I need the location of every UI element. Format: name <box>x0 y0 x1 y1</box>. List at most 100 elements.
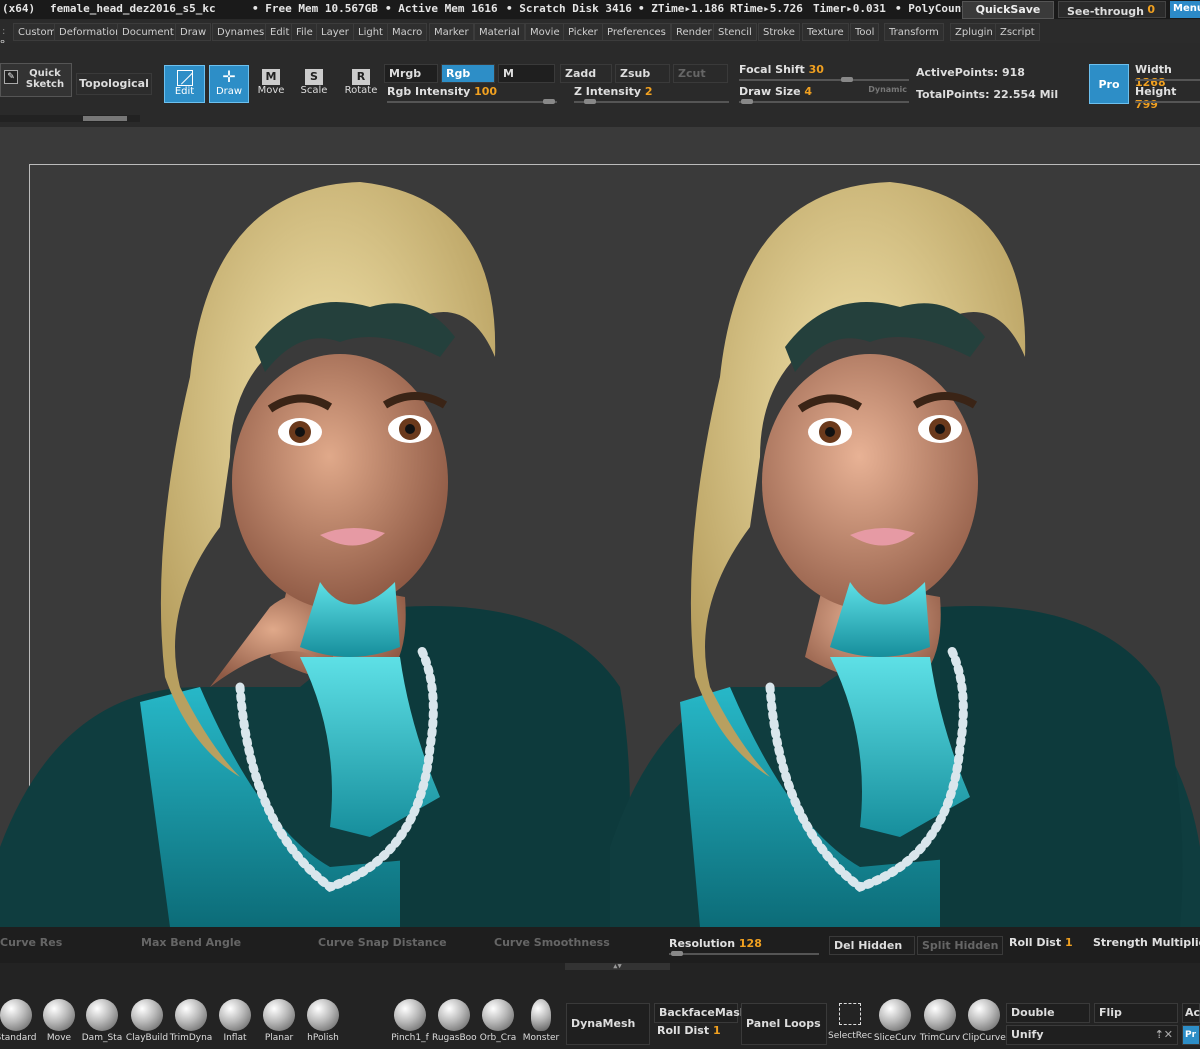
menu-light[interactable]: Light <box>353 23 388 41</box>
timer: Timer▸0.031 <box>813 2 886 15</box>
ac-button[interactable]: Ac <box>1182 1003 1200 1023</box>
menu-macro[interactable]: Macro <box>387 23 428 41</box>
flip-button[interactable]: Flip <box>1094 1003 1178 1023</box>
menu-edit[interactable]: Edit <box>265 23 295 41</box>
rgb-intensity-value: 100 <box>474 85 498 98</box>
draw-size-slider[interactable]: Draw Size 4 Dynamic <box>739 85 909 105</box>
panel-loops-button[interactable]: Panel Loops <box>741 1003 827 1045</box>
curve-snap-slider[interactable]: Curve Snap Distance <box>318 936 478 949</box>
quicksave-button[interactable]: QuickSave <box>962 1 1054 19</box>
trimcurve-tool[interactable]: TrimCurv <box>918 999 962 1043</box>
menu-texture[interactable]: Texture <box>802 23 849 41</box>
menus-button[interactable]: Menus <box>1170 1 1200 18</box>
monster-brush-icon <box>531 999 551 1031</box>
edit-button[interactable]: Edit <box>164 65 205 103</box>
rgb-button[interactable]: Rgb <box>441 64 495 83</box>
zsub-button[interactable]: Zsub <box>615 64 670 83</box>
see-through-slider[interactable]: See-through 0 <box>1058 1 1166 18</box>
shelf-roll-dist-slider[interactable]: Roll Dist 1 <box>657 1024 737 1037</box>
pinch-brush-icon <box>394 999 426 1031</box>
menu-material[interactable]: Material <box>474 23 525 41</box>
draw-button[interactable]: ✛ Draw <box>209 65 249 103</box>
menu-zscript[interactable]: Zscript <box>995 23 1040 41</box>
slicecurve-tool[interactable]: SliceCurv <box>873 999 917 1043</box>
resolution-slider[interactable]: Resolution 128 <box>669 937 819 957</box>
total-points: TotalPoints: 22.554 Mil <box>916 88 1058 101</box>
close-icon[interactable]: ⇡✕ <box>1155 1026 1173 1044</box>
menu-render[interactable]: Render <box>671 23 717 41</box>
menu-file[interactable]: File <box>291 23 318 41</box>
focal-shift-slider[interactable]: Focal Shift 30 <box>739 63 909 83</box>
split-hidden-button[interactable]: Split Hidden <box>917 936 1003 955</box>
brush-dam-standard[interactable]: Dam_Sta <box>80 999 124 1043</box>
menu-stencil[interactable]: Stencil <box>713 23 757 41</box>
dynamic-toggle[interactable]: Dynamic <box>868 85 907 94</box>
trimdynamic-brush-icon <box>175 999 207 1031</box>
quick-sketch-button[interactable]: ✎ Quick Sketch <box>0 63 72 97</box>
menu-preferences[interactable]: Preferences <box>602 23 671 41</box>
menu-tool[interactable]: Tool <box>850 23 880 41</box>
menu-document[interactable]: Document <box>117 23 179 41</box>
menu-transform[interactable]: Transform <box>884 23 944 41</box>
menu-layer[interactable]: Layer <box>316 23 354 41</box>
active-mem: • Active Mem 1616 <box>385 2 498 15</box>
rotate-button[interactable]: R Rotate <box>343 67 379 103</box>
clipcurve-icon <box>968 999 1000 1031</box>
character-right <box>610 182 1200 927</box>
curve-res-slider[interactable]: Curve Res <box>0 936 130 949</box>
shelf-collapse-handle[interactable]: ▲▼ <box>565 963 670 970</box>
backface-mask-button[interactable]: BackfaceMask <box>654 1003 747 1023</box>
toolbar-scrollbar[interactable] <box>0 115 140 122</box>
dynamesh-button[interactable]: DynaMesh <box>566 1003 650 1045</box>
document-canvas[interactable] <box>0 127 1200 927</box>
brush-rugasboo[interactable]: RugasBoo <box>432 999 477 1043</box>
m-button[interactable]: M <box>498 64 555 83</box>
brush-standard[interactable]: Standard <box>0 999 38 1043</box>
menu-picker[interactable]: Picker <box>563 23 603 41</box>
polycount: • PolyCount <box>895 2 968 15</box>
zadd-button[interactable]: Zadd <box>560 64 612 83</box>
del-hidden-button[interactable]: Del Hidden <box>829 936 915 955</box>
strength-multiplier-slider[interactable]: Strength Multiplier <box>1093 936 1200 949</box>
brush-trimdynamic[interactable]: TrimDyna <box>169 999 213 1043</box>
clipcurve-tool[interactable]: ClipCurve <box>962 999 1006 1043</box>
height-slider[interactable]: Height 799 <box>1135 85 1200 111</box>
menu-draw[interactable]: Draw <box>175 23 212 41</box>
menu-stroke[interactable]: Stroke <box>758 23 800 41</box>
zcut-button[interactable]: Zcut <box>673 64 728 83</box>
double-button[interactable]: Double <box>1006 1003 1090 1023</box>
topological-button[interactable]: Topological <box>76 73 152 95</box>
rgb-intensity-slider[interactable]: Rgb Intensity 100 <box>387 85 557 105</box>
selectrect-tool[interactable]: SelectRec <box>828 999 872 1041</box>
see-through-label: See-through <box>1067 5 1145 18</box>
inflate-brush-icon <box>219 999 251 1031</box>
brush-planar[interactable]: Planar <box>257 999 301 1043</box>
z-intensity-slider[interactable]: Z Intensity 2 <box>574 85 729 105</box>
menu-zplugin[interactable]: Zplugin <box>950 23 998 41</box>
roll-dist-slider[interactable]: Roll Dist 1 <box>1009 936 1084 956</box>
menu-movie[interactable]: Movie <box>525 23 565 41</box>
max-bend-angle-slider[interactable]: Max Bend Angle <box>141 936 301 949</box>
brush-inflate[interactable]: Inflat <box>213 999 257 1043</box>
draw-label: Draw <box>215 86 243 97</box>
unify-button[interactable]: Unify ⇡✕ <box>1006 1025 1178 1045</box>
brush-pinch[interactable]: Pinch1_f <box>388 999 432 1043</box>
curve-smoothness-slider[interactable]: Curve Smoothness <box>494 936 654 949</box>
width-slider[interactable]: Width 1268 <box>1135 63 1200 89</box>
brush-claybuildup[interactable]: ClayBuild <box>125 999 169 1043</box>
arch-label: (x64) <box>2 2 36 15</box>
menu-marker[interactable]: Marker <box>429 23 474 41</box>
brush-hpolish[interactable]: hPolish <box>301 999 345 1043</box>
pro-shelf-button[interactable]: Pr <box>1182 1025 1200 1045</box>
rotate-label: Rotate <box>344 85 378 96</box>
brush-monster[interactable]: Monster <box>519 999 563 1043</box>
menu-deformation[interactable]: Deformation <box>54 23 127 41</box>
move-button[interactable]: M Move <box>254 67 288 103</box>
focal-shift-value: 30 <box>808 63 824 76</box>
brush-orb-cracks[interactable]: Orb_Cra <box>476 999 520 1043</box>
roll-dist-value: 1 <box>1064 936 1073 949</box>
mrgb-button[interactable]: Mrgb <box>384 64 438 83</box>
brush-move[interactable]: Move <box>37 999 81 1043</box>
pro-button[interactable]: Pro <box>1089 64 1129 104</box>
scale-button[interactable]: S Scale <box>297 67 331 103</box>
